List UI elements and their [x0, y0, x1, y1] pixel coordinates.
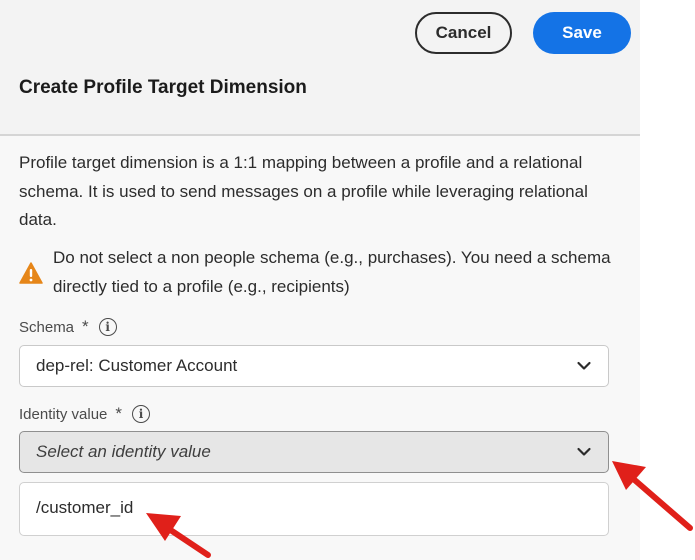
chevron-down-icon: [577, 447, 591, 456]
save-button[interactable]: Save: [533, 12, 631, 54]
schema-label-text: Schema: [19, 318, 75, 336]
identity-select[interactable]: Select an identity value: [19, 431, 609, 473]
alert-triangle-icon: [19, 262, 43, 284]
identity-label: Identity value * i: [19, 404, 151, 424]
dialog-title: Create Profile Target Dimension: [19, 77, 307, 98]
schema-select[interactable]: dep-rel: Customer Account: [19, 345, 609, 387]
description-text: Profile target dimension is a 1:1 mappin…: [19, 153, 588, 229]
chevron-down-icon: [577, 361, 591, 370]
schema-select-value: dep-rel: Customer Account: [36, 356, 238, 375]
identity-option[interactable]: /customer_id: [36, 498, 133, 518]
schema-label: Schema * i: [19, 317, 117, 337]
identity-dropdown-menu: /customer_id: [19, 482, 609, 536]
identity-label-text: Identity value: [19, 405, 108, 423]
dialog-panel: Cancel Save Create Profile Target Dimens…: [0, 0, 640, 560]
identity-select-placeholder: Select an identity value: [36, 442, 211, 461]
cancel-button[interactable]: Cancel: [415, 12, 512, 54]
dialog-header: Cancel Save Create Profile Target Dimens…: [0, 0, 640, 136]
required-marker: *: [82, 317, 89, 336]
warning-text: Do not select a non people schema (e.g.,…: [53, 248, 611, 296]
info-icon[interactable]: i: [98, 318, 117, 336]
warning-message: Do not select a non people schema (e.g.,…: [19, 244, 619, 304]
info-icon[interactable]: i: [132, 405, 151, 423]
required-marker: *: [115, 404, 123, 423]
